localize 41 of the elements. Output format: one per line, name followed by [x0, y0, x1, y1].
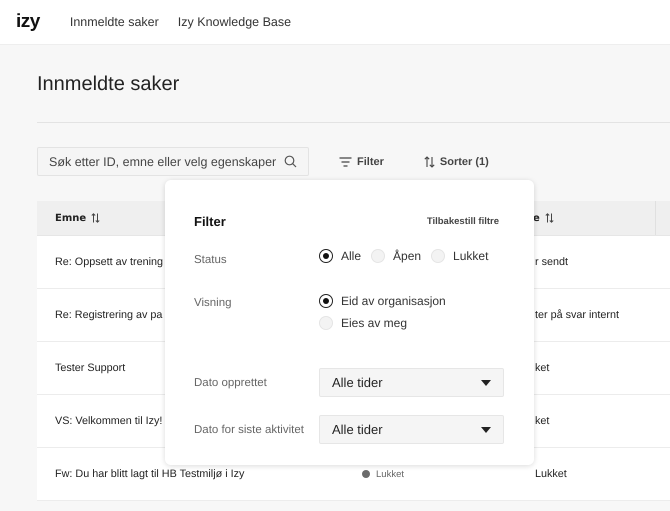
radio-button[interactable]	[319, 249, 333, 263]
page-title: Innmeldte saker	[37, 73, 180, 97]
sort-icon	[424, 156, 435, 168]
table-cell: Tester Support	[55, 362, 126, 374]
field-label: Visning	[194, 297, 233, 311]
nav-link[interactable]: Innmeldte saker	[70, 15, 159, 29]
sort-icon[interactable]	[91, 213, 100, 223]
filter-icon	[339, 156, 352, 166]
caret-icon	[481, 380, 491, 386]
table-cell: VS: Velkommen til Izy!	[55, 415, 162, 427]
table-cell: ket	[535, 362, 550, 374]
sort-button[interactable]: Sorter (1)	[424, 154, 489, 170]
option-label[interactable]: Lukket	[453, 249, 488, 263]
column-header[interactable]: Emne	[55, 212, 86, 224]
logo[interactable]: izy	[16, 11, 40, 33]
search-field[interactable]: Søk etter ID, emne eller velg egenskaper	[37, 147, 309, 176]
table-cell: Lukket	[535, 468, 567, 480]
table-cell: Fw: Du har blitt lagt til HB Testmiljø i Izy	[55, 468, 244, 480]
option-label[interactable]: Eid av organisasjon	[341, 294, 446, 308]
table-cell: Re: Registrering av pa	[55, 309, 162, 321]
table-cell: Re: Oppsett av trening	[55, 256, 164, 268]
radio-button[interactable]	[319, 294, 333, 308]
status-label: Lukket	[376, 468, 404, 480]
search-icon	[284, 155, 297, 168]
table-cell: ter på svar internt	[535, 309, 620, 321]
field-label: Status	[194, 254, 228, 266]
sort-icon[interactable]	[544, 213, 554, 223]
panel-title: Filter	[194, 214, 226, 229]
option-label[interactable]: Åpen	[393, 249, 422, 263]
option-label[interactable]: Eies av meg	[341, 316, 408, 330]
field-label: Dato for siste aktivitet	[194, 424, 305, 436]
table-cell: r sendt	[535, 256, 568, 268]
reset-link[interactable]: Tilbakestill filtre	[426, 216, 505, 227]
filter-button[interactable]: Filter	[339, 154, 384, 170]
nav-link[interactable]: Izy Knowledge Base	[178, 15, 292, 29]
dropdown[interactable]: Alle tider	[319, 415, 504, 444]
dropdown[interactable]: Alle tider	[319, 368, 504, 397]
caret-icon	[481, 426, 491, 432]
option-label[interactable]: Alle	[341, 249, 362, 263]
field-label: Dato opprettet	[194, 376, 268, 388]
table-cell: ket	[535, 415, 550, 427]
